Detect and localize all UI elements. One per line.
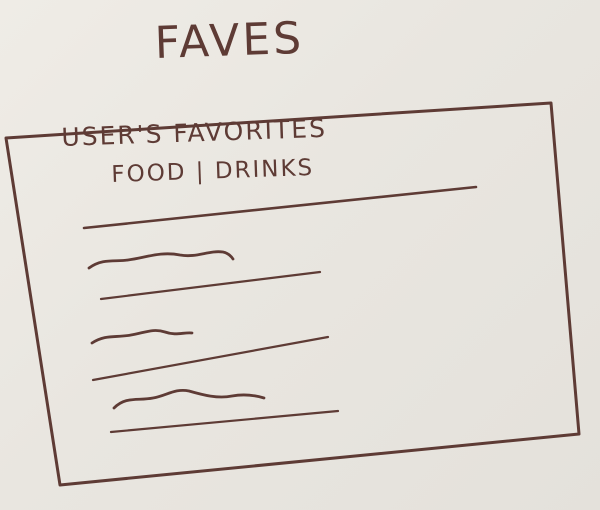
list-item-placeholder-squiggle [87, 250, 235, 270]
list-item-divider [109, 409, 340, 434]
list-item-placeholder-squiggle [90, 329, 194, 345]
page-title: FAVES [153, 12, 305, 69]
favorites-screen-sketch: FAVES USER'S FAVORITES FOOD | DRINKS [0, 0, 600, 510]
list-item-divider [99, 270, 322, 301]
list-item-placeholder-squiggle [112, 388, 266, 410]
list-item-divider [91, 335, 330, 382]
